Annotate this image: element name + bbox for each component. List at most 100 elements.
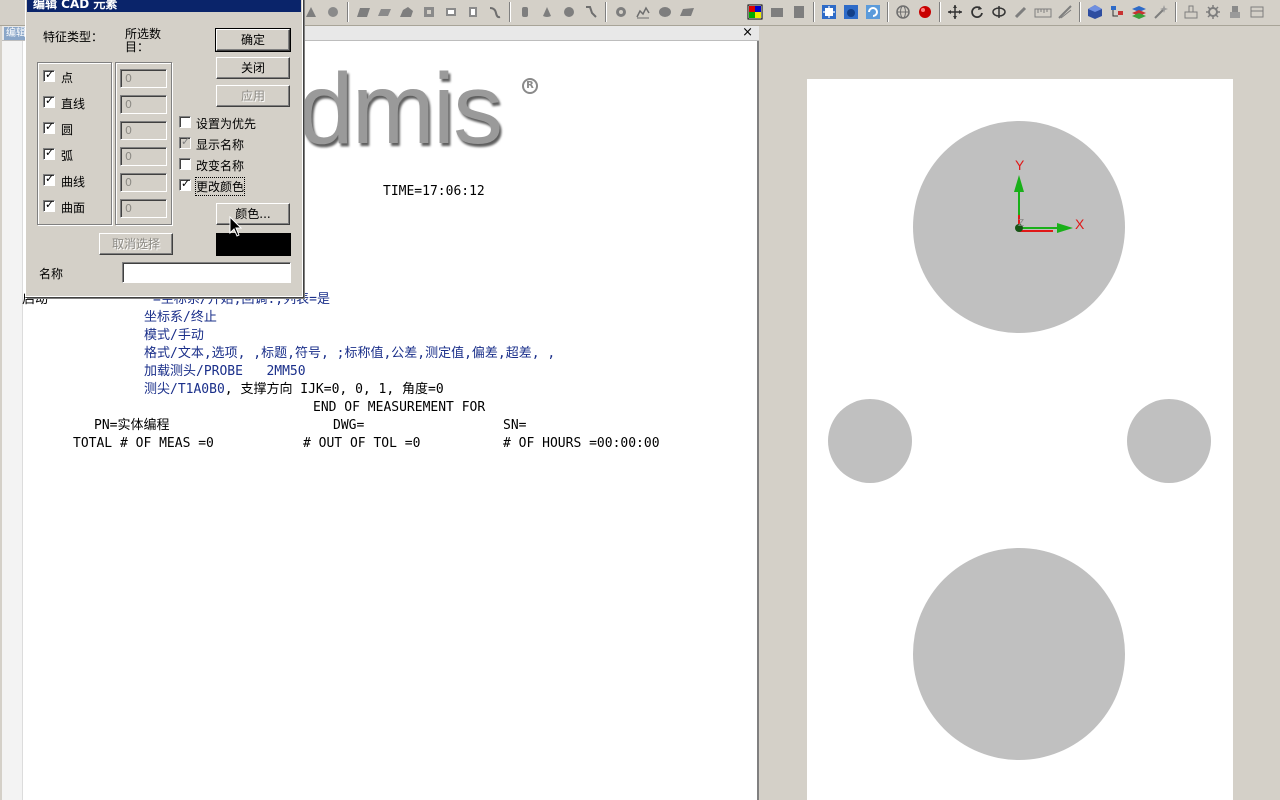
feature-line-count: 0 xyxy=(120,95,167,114)
feature-point-checkbox[interactable]: ✓ xyxy=(43,68,55,82)
show-name-checkbox[interactable]: ✓ xyxy=(179,135,191,149)
cad-circle-bottom[interactable] xyxy=(913,548,1125,760)
y-axis-label: Y xyxy=(1015,157,1025,173)
check-icon: ✓ xyxy=(45,172,55,185)
change-color-checkbox[interactable]: ✓ xyxy=(179,177,191,191)
plane-2-icon[interactable] xyxy=(374,2,396,22)
toolbar-separator xyxy=(813,2,815,22)
record-icon[interactable] xyxy=(914,2,936,22)
cad-circle-left[interactable] xyxy=(828,399,912,483)
application-window: { "dialog": { "title": "编辑 CAD 元素", "fea… xyxy=(0,0,1280,800)
cad-circle-right[interactable] xyxy=(1127,399,1211,483)
close-icon[interactable]: × xyxy=(742,25,753,40)
logo-text: dmis xyxy=(298,64,503,165)
tree-icon[interactable] xyxy=(1106,2,1128,22)
refresh-icon[interactable] xyxy=(862,2,884,22)
toolbar-group-features xyxy=(300,1,698,23)
cylinder-icon[interactable] xyxy=(514,2,536,22)
check-icon: ✓ xyxy=(45,94,55,107)
check-icon: ✓ xyxy=(45,198,55,211)
feature-circle-checkbox[interactable]: ✓ xyxy=(43,120,55,134)
plane-icon[interactable] xyxy=(352,2,374,22)
z-axis-label: Z xyxy=(1018,218,1024,229)
zoom-fit-icon[interactable] xyxy=(818,2,840,22)
name-input[interactable] xyxy=(122,262,291,283)
tip-name: T1A0B0 xyxy=(177,382,225,397)
deselect-button[interactable]: 取消选择 xyxy=(99,233,173,255)
feature-curve-checkbox[interactable]: ✓ xyxy=(43,172,55,186)
toolbar-separator xyxy=(1079,2,1081,22)
measure-icon[interactable] xyxy=(1054,2,1076,22)
ruler-icon[interactable] xyxy=(1032,2,1054,22)
stack-icon[interactable] xyxy=(1128,2,1150,22)
close-button[interactable]: 关闭 xyxy=(216,57,290,79)
feature-line-checkbox[interactable]: ✓ xyxy=(43,94,55,108)
end-of-measurement: END OF MEASUREMENT FOR xyxy=(313,400,486,415)
cube-icon[interactable] xyxy=(1084,2,1106,22)
solid-view-icon[interactable] xyxy=(840,2,862,22)
check-icon: ✓ xyxy=(181,135,191,148)
settings-icon[interactable] xyxy=(1246,2,1268,22)
surface-icon[interactable] xyxy=(396,2,418,22)
probe-2-icon[interactable] xyxy=(1224,2,1246,22)
serial-number: SN= xyxy=(503,418,527,433)
x-axis-label: X xyxy=(1075,216,1085,232)
set-priority-checkbox[interactable] xyxy=(179,116,191,128)
name-label: 名称 xyxy=(39,267,64,281)
feature-surface-checkbox[interactable]: ✓ xyxy=(43,198,55,212)
wizard-icon[interactable] xyxy=(1150,2,1172,22)
show-name-label: 显示名称 xyxy=(196,138,245,152)
path-icon[interactable] xyxy=(580,2,602,22)
cad-graphics: Y X Z xyxy=(828,121,1211,760)
ok-button[interactable]: 确定 xyxy=(215,28,291,52)
probe-icon[interactable] xyxy=(1010,2,1032,22)
change-name-checkbox[interactable] xyxy=(179,158,191,170)
color-swatch[interactable] xyxy=(216,233,291,256)
out-of-tol: # OUT OF TOL =0 xyxy=(303,436,421,451)
pan-icon[interactable] xyxy=(944,2,966,22)
dialog-title: 编辑 CAD 元素 xyxy=(33,0,118,11)
layers-icon[interactable] xyxy=(766,2,788,22)
curve-icon[interactable] xyxy=(484,2,506,22)
patch-icon[interactable] xyxy=(676,2,698,22)
feature-point-label: 点 xyxy=(61,71,74,85)
slot-icon[interactable] xyxy=(440,2,462,22)
rotate-3d-icon[interactable] xyxy=(988,2,1010,22)
page-icon[interactable] xyxy=(788,2,810,22)
globe-icon[interactable] xyxy=(892,2,914,22)
toolbar-separator xyxy=(887,2,889,22)
color-button[interactable]: 颜色... xyxy=(216,203,290,225)
palette-icon[interactable] xyxy=(744,2,766,22)
cad-view[interactable]: Y X Z xyxy=(762,26,1280,800)
apply-button[interactable]: 应用 xyxy=(216,85,290,107)
report-gutter xyxy=(2,41,23,800)
square-icon[interactable] xyxy=(418,2,440,22)
dialog-titlebar[interactable]: 编辑 CAD 元素 xyxy=(27,0,301,12)
rect-slot-icon[interactable] xyxy=(462,2,484,22)
sphere-2-icon[interactable] xyxy=(558,2,580,22)
edit-cad-elements-dialog: 编辑 CAD 元素 特征类型： 所选数目： ✓ 点 0 ✓ 直线 0 ✓ 圆 0… xyxy=(25,0,303,297)
check-icon: ✓ xyxy=(181,177,191,190)
polygon-icon[interactable] xyxy=(300,2,322,22)
circle-icon[interactable] xyxy=(610,2,632,22)
total-meas: TOTAL # OF MEAS =0 xyxy=(73,436,214,451)
profile-icon[interactable] xyxy=(632,2,654,22)
toolbar-separator xyxy=(939,2,941,22)
tool-icon[interactable] xyxy=(1180,2,1202,22)
feature-circle-label: 圆 xyxy=(61,123,74,137)
registered-mark-icon: R xyxy=(522,78,538,94)
load-probe-value: PROBE 2MM50 xyxy=(203,364,306,379)
set-priority-label: 设置为优先 xyxy=(196,117,257,131)
feature-arc-checkbox[interactable]: ✓ xyxy=(43,146,55,160)
sphere-icon[interactable] xyxy=(322,2,344,22)
toolbar-separator xyxy=(347,2,349,22)
gear-icon[interactable] xyxy=(1202,2,1224,22)
feature-circle-count: 0 xyxy=(120,121,167,140)
feature-point-count: 0 xyxy=(120,69,167,88)
torus-icon[interactable] xyxy=(654,2,676,22)
report-time: TIME=17:06:12 xyxy=(383,184,485,199)
rotate-icon[interactable] xyxy=(966,2,988,22)
cone-icon[interactable] xyxy=(536,2,558,22)
feature-surface-label: 曲面 xyxy=(61,201,86,215)
toolbar-separator xyxy=(509,2,511,22)
